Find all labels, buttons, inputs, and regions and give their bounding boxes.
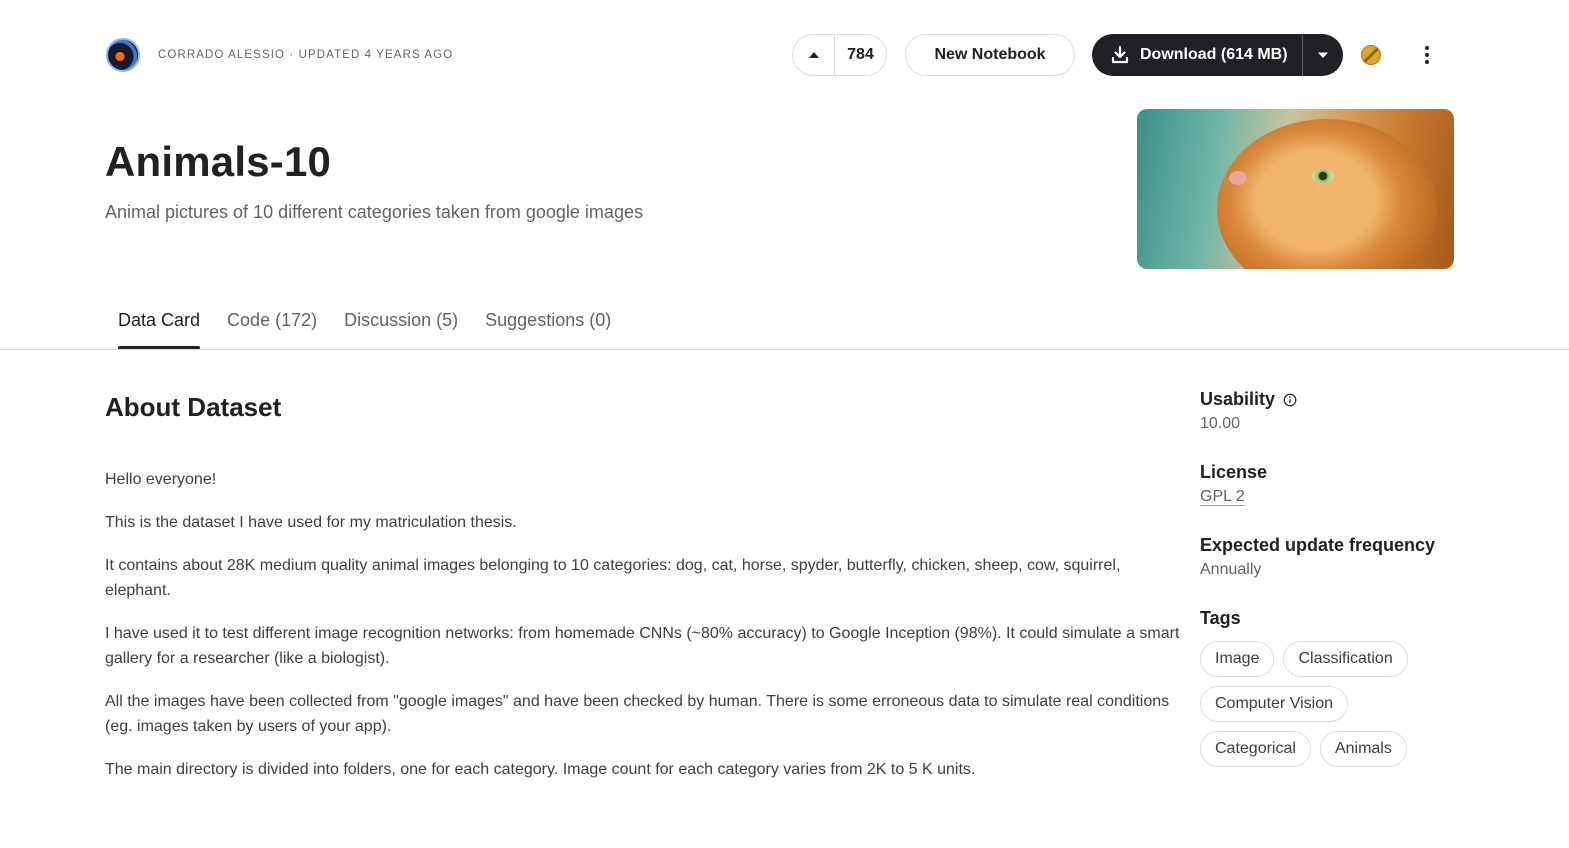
- upvote-count[interactable]: 784: [835, 46, 886, 64]
- download-label: Download (614 MB): [1140, 46, 1288, 63]
- dataset-subtitle: Animal pictures of 10 different categori…: [105, 202, 643, 222]
- info-icon[interactable]: [1283, 393, 1297, 407]
- upvote-control: 784: [792, 34, 887, 76]
- dataset-title: Animals-10: [105, 138, 332, 185]
- about-paragraph: I have used it to test different image r…: [105, 625, 1180, 667]
- tab-divider: [0, 349, 1569, 350]
- about-heading: About Dataset: [105, 392, 282, 422]
- new-notebook-button[interactable]: New Notebook: [905, 34, 1075, 76]
- tab-data-card[interactable]: Data Card: [118, 310, 201, 350]
- tag-classification[interactable]: Classification: [1283, 641, 1408, 677]
- download-options-button[interactable]: [1303, 34, 1343, 76]
- license-link[interactable]: GPL 2: [1200, 488, 1245, 506]
- tab-bar: Data Card Code (172) Discussion (5) Sugg…: [118, 310, 611, 350]
- upvote-button[interactable]: [793, 35, 835, 75]
- more-options-icon[interactable]: [1414, 40, 1440, 70]
- tab-suggestions[interactable]: Suggestions (0): [485, 310, 611, 350]
- usability-heading: Usability: [1200, 389, 1500, 410]
- about-paragraph: This is the dataset I have used for my m…: [105, 514, 517, 531]
- medal-icon[interactable]: [1361, 45, 1381, 65]
- tag-animals[interactable]: Animals: [1319, 731, 1407, 767]
- about-paragraph: The main directory is divided into folde…: [105, 761, 976, 778]
- caret-up-icon: [808, 52, 819, 58]
- download-icon: [1111, 45, 1129, 64]
- tag-categorical[interactable]: Categorical: [1200, 731, 1311, 767]
- frequency-value: Annually: [1200, 561, 1262, 578]
- tags-heading: Tags: [1200, 608, 1241, 628]
- usability-value: 10.00: [1200, 415, 1241, 432]
- about-paragraph: It contains about 28K medium quality ani…: [105, 557, 1121, 599]
- about-body: Hello everyone! This is the dataset I ha…: [105, 467, 1180, 800]
- about-paragraph: All the images have been collected from …: [105, 693, 1170, 735]
- dataset-sidebar: Usability 10.00 License GPL 2 Expected u…: [1200, 389, 1500, 767]
- dataset-cover-image: [1137, 109, 1454, 269]
- tag-list: Image Classification Computer Vision Cat…: [1200, 641, 1440, 767]
- chevron-down-icon: [1318, 52, 1328, 58]
- frequency-heading: Expected update frequency: [1200, 535, 1436, 555]
- download-button-group: Download (614 MB): [1092, 34, 1343, 76]
- download-button[interactable]: Download (614 MB): [1092, 34, 1303, 76]
- tab-discussion[interactable]: Discussion (5): [344, 310, 458, 350]
- owner-line[interactable]: CORRADO ALESSIO · UPDATED 4 YEARS AGO: [158, 49, 453, 61]
- tag-computer-vision[interactable]: Computer Vision: [1200, 686, 1348, 722]
- usability-label: Usability: [1200, 389, 1276, 409]
- about-paragraph: Hello everyone!: [105, 471, 217, 488]
- tag-image[interactable]: Image: [1200, 641, 1275, 677]
- tab-code[interactable]: Code (172): [227, 310, 317, 350]
- owner-info: CORRADO ALESSIO · UPDATED 4 YEARS AGO: [106, 38, 453, 72]
- license-heading: License: [1200, 462, 1268, 482]
- owner-avatar[interactable]: [106, 38, 140, 72]
